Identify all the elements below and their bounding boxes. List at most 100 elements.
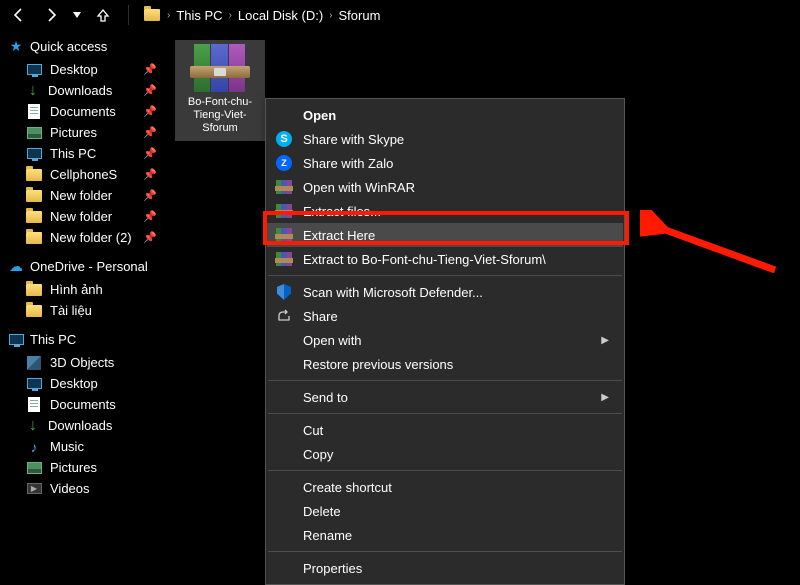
menu-open[interactable]: Open: [267, 103, 623, 127]
sidebar-item-desktop-pc[interactable]: Desktop: [8, 373, 165, 394]
menu-share[interactable]: Share: [267, 304, 623, 328]
sidebar-item-downloads-pc[interactable]: ↓Downloads: [8, 415, 165, 436]
share-icon: [275, 307, 293, 325]
sidebar-item-music[interactable]: ♪Music: [8, 436, 165, 457]
sidebar-group-thispc[interactable]: This PC: [8, 327, 165, 352]
menu-open-with[interactable]: Open with▶: [267, 328, 623, 352]
sidebar-item-pictures-pc[interactable]: Pictures: [8, 457, 165, 478]
pin-icon: 📌: [143, 84, 157, 97]
toolbar-divider: [128, 5, 129, 25]
breadcrumb-item[interactable]: Local Disk (D:): [238, 8, 323, 23]
sidebar-item-cellphones[interactable]: CellphoneS📌: [8, 164, 165, 185]
cube-icon: [26, 356, 42, 370]
documents-icon: [26, 105, 42, 119]
pc-icon: [8, 333, 24, 347]
shield-icon: [275, 283, 293, 301]
sidebar-item-3dobjects[interactable]: 3D Objects: [8, 352, 165, 373]
downloads-icon: ↓: [26, 419, 40, 433]
pictures-icon: [26, 461, 42, 475]
blank-icon: [275, 106, 293, 124]
menu-separator: [268, 413, 622, 414]
menu-share-zalo[interactable]: ZShare with Zalo: [267, 151, 623, 175]
music-icon: ♪: [26, 440, 42, 454]
menu-delete[interactable]: Delete: [267, 499, 623, 523]
pc-icon: [26, 147, 42, 161]
blank-icon: [275, 388, 293, 406]
sidebar-item-desktop[interactable]: Desktop📌: [8, 59, 165, 80]
menu-separator: [268, 275, 622, 276]
menu-create-shortcut[interactable]: Create shortcut: [267, 475, 623, 499]
blank-icon: [275, 355, 293, 373]
chevron-right-icon: ›: [167, 10, 170, 21]
menu-separator: [268, 551, 622, 552]
drive-icon: [143, 6, 161, 24]
sidebar-item-newfolder2[interactable]: New folder (2)📌: [8, 227, 165, 248]
chevron-right-icon: ›: [229, 10, 232, 21]
breadcrumb-item[interactable]: Sforum: [339, 8, 381, 23]
winrar-icon: [275, 202, 293, 220]
chevron-right-icon: ▶: [601, 335, 609, 346]
skype-icon: S: [275, 130, 293, 148]
folder-icon: [26, 304, 42, 318]
winrar-icon: [275, 226, 293, 244]
sidebar-item-newfolder[interactable]: New folder📌: [8, 185, 165, 206]
navigation-pane: ★Quick access Desktop📌 ↓Downloads📌 Docum…: [0, 30, 165, 567]
cloud-icon: ☁: [8, 260, 24, 274]
sidebar-group-onedrive[interactable]: ☁OneDrive - Personal: [8, 254, 165, 279]
downloads-icon: ↓: [26, 84, 40, 98]
menu-open-winrar[interactable]: Open with WinRAR: [267, 175, 623, 199]
up-button[interactable]: [92, 4, 114, 26]
breadcrumb-item[interactable]: This PC: [176, 8, 222, 23]
pin-icon: 📌: [143, 105, 157, 118]
menu-extract-here[interactable]: Extract Here: [267, 223, 623, 247]
sidebar-group-quick-access[interactable]: ★Quick access: [8, 34, 165, 59]
sidebar-item-videos[interactable]: ▶Videos: [8, 478, 165, 499]
pictures-icon: [26, 126, 42, 140]
desktop-icon: [26, 63, 42, 77]
blank-icon: [275, 478, 293, 496]
pin-icon: 📌: [143, 63, 157, 76]
history-dropdown[interactable]: [72, 12, 82, 18]
folder-icon: [26, 210, 42, 224]
star-icon: ★: [8, 40, 24, 54]
pin-icon: 📌: [143, 126, 157, 139]
blank-icon: [275, 559, 293, 577]
menu-copy[interactable]: Copy: [267, 442, 623, 466]
sidebar-item-thispc[interactable]: This PC📌: [8, 143, 165, 164]
menu-extract-to[interactable]: Extract to Bo-Font-chu-Tieng-Viet-Sforum…: [267, 247, 623, 271]
blank-icon: [275, 502, 293, 520]
sidebar-item-downloads[interactable]: ↓Downloads📌: [8, 80, 165, 101]
menu-share-skype[interactable]: SShare with Skype: [267, 127, 623, 151]
nav-toolbar: › This PC › Local Disk (D:) › Sforum: [0, 0, 800, 30]
menu-separator: [268, 470, 622, 471]
sidebar-item-newfolder-b[interactable]: New folder📌: [8, 206, 165, 227]
menu-rename[interactable]: Rename: [267, 523, 623, 547]
pin-icon: 📌: [143, 189, 157, 202]
menu-restore-versions[interactable]: Restore previous versions: [267, 352, 623, 376]
menu-extract-files[interactable]: Extract files...: [267, 199, 623, 223]
sidebar-item-pictures[interactable]: Pictures📌: [8, 122, 165, 143]
folder-icon: [26, 168, 42, 182]
menu-scan-defender[interactable]: Scan with Microsoft Defender...: [267, 280, 623, 304]
menu-cut[interactable]: Cut: [267, 418, 623, 442]
rar-archive-icon: [194, 44, 246, 92]
menu-properties[interactable]: Properties: [267, 556, 623, 580]
file-item-archive[interactable]: Bo-Font-chu-Tieng-Viet-Sforum: [175, 40, 265, 141]
context-menu: Open SShare with Skype ZShare with Zalo …: [265, 98, 625, 585]
menu-separator: [268, 380, 622, 381]
pin-icon: 📌: [143, 210, 157, 223]
forward-button[interactable]: [40, 4, 62, 26]
back-button[interactable]: [8, 4, 30, 26]
sidebar-item-documents-pc[interactable]: Documents: [8, 394, 165, 415]
blank-icon: [275, 331, 293, 349]
sidebar-item-tailieu[interactable]: Tài liệu: [8, 300, 165, 321]
menu-send-to[interactable]: Send to▶: [267, 385, 623, 409]
address-bar[interactable]: › This PC › Local Disk (D:) › Sforum: [143, 6, 380, 24]
chevron-right-icon: ▶: [601, 392, 609, 403]
blank-icon: [275, 526, 293, 544]
zalo-icon: Z: [275, 154, 293, 172]
sidebar-item-documents[interactable]: Documents📌: [8, 101, 165, 122]
desktop-icon: [26, 377, 42, 391]
sidebar-item-hinhanh[interactable]: Hình ảnh: [8, 279, 165, 300]
winrar-icon: [275, 178, 293, 196]
